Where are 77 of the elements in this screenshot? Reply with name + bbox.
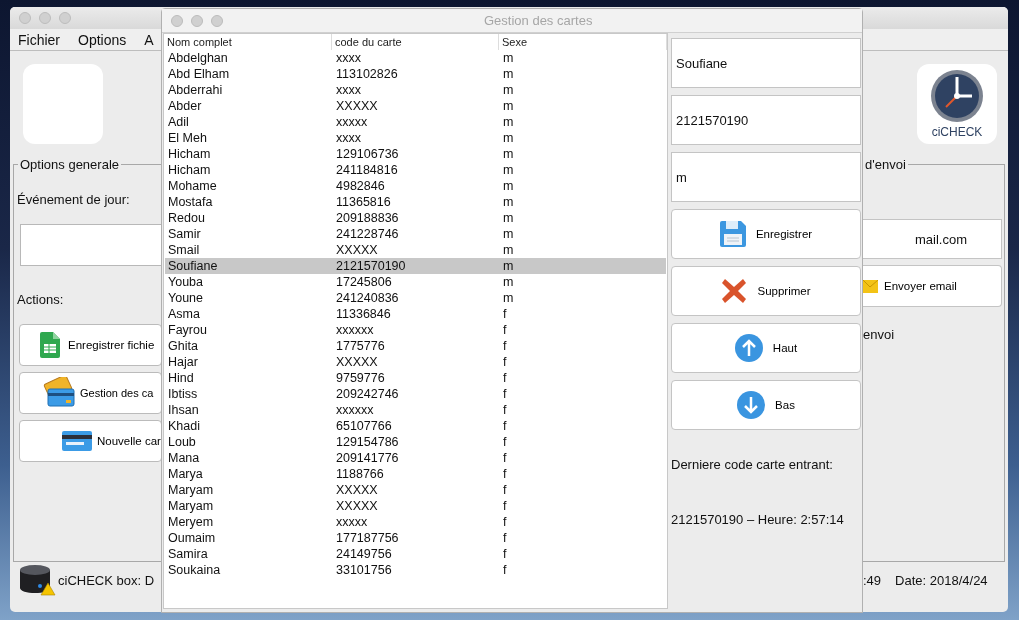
status-text: ciCHECK box: D: [58, 572, 155, 588]
status-date: Date: 2018/4/24: [895, 573, 988, 588]
last-code-value: 2121570190 – Heure: 2:57:14: [671, 512, 845, 527]
send-email-button[interactable]: Envoyer email: [863, 265, 1002, 307]
close-button[interactable]: [171, 14, 183, 27]
table-row[interactable]: Abd Elham 113102826 m: [165, 66, 666, 82]
table-row[interactable]: Hicham 241184816 m: [165, 162, 666, 178]
window-title: Gestion des cartes: [484, 13, 593, 28]
table-row[interactable]: Samira 24149756 f: [165, 546, 666, 562]
table-row[interactable]: Soukaina 33101756 f: [165, 562, 666, 578]
table-row[interactable]: Loub 129154786 f: [165, 434, 666, 450]
text-field[interactable]: 2121570190: [671, 95, 861, 145]
event-field[interactable]: [20, 224, 162, 266]
close-button[interactable]: [19, 12, 31, 24]
text-field[interactable]: Soufiane: [671, 38, 861, 88]
table-row[interactable]: Youba 17245806 m: [165, 274, 666, 290]
group-title: d'envoi: [864, 157, 907, 172]
app-logo: ciCHECK: [917, 64, 997, 144]
table-row[interactable]: Oumaim 177187756 f: [165, 530, 666, 546]
action-button[interactable]: Enregistrer fichie: [19, 324, 162, 366]
table-row[interactable]: Abdelghan xxxx m: [165, 50, 666, 66]
column-header[interactable]: Nom complet: [164, 34, 332, 50]
menu-item[interactable]: A: [144, 31, 154, 48]
table-row[interactable]: Fayrou xxxxxx f: [165, 322, 666, 338]
event-label: Événement de jour:: [17, 192, 131, 207]
table-row[interactable]: Mohame 4982846 m: [165, 178, 666, 194]
credit-card-icon: [62, 431, 92, 451]
action-button[interactable]: Gestion des ca: [19, 372, 162, 414]
clock-icon: [930, 69, 984, 123]
action-button[interactable]: Enregistrer: [671, 209, 861, 259]
table-row[interactable]: Asma 11336846 f: [165, 306, 666, 322]
credit-cards-icon: [42, 377, 76, 409]
table-row[interactable]: Abderrahi xxxx m: [165, 82, 666, 98]
table-row[interactable]: Ihsan xxxxxx f: [165, 402, 666, 418]
envelope-icon: [863, 279, 878, 293]
text-field[interactable]: m: [671, 152, 861, 202]
table-row[interactable]: Smail XXXXX m: [165, 242, 666, 258]
actions-label: Actions:: [17, 292, 65, 307]
table-row[interactable]: Mostafa 11365816 m: [165, 194, 666, 210]
selected-row[interactable]: Soufiane 2121570190 m: [165, 258, 666, 274]
minimize-button[interactable]: [39, 12, 51, 24]
table-row[interactable]: Hind 9759776 f: [165, 370, 666, 386]
menu-item[interactable]: Options: [78, 31, 127, 48]
table-row[interactable]: El Meh xxxx m: [165, 130, 666, 146]
action-button[interactable]: Bas: [671, 380, 861, 430]
minimize-button[interactable]: [191, 14, 203, 27]
send-label: envoi: [863, 327, 896, 342]
email-field[interactable]: mail.com: [863, 219, 1002, 259]
table-row[interactable]: Abder XXXXX m: [165, 98, 666, 114]
table-row[interactable]: Youne 241240836 m: [165, 290, 666, 306]
table-row[interactable]: Meryem xxxxx f: [165, 514, 666, 530]
table-row[interactable]: Mana 209141776 f: [165, 450, 666, 466]
column-header[interactable]: Sexe: [499, 34, 667, 50]
zoom-button[interactable]: [59, 12, 71, 24]
action-button[interactable]: Supprimer: [671, 266, 861, 316]
group-title: Options generale: [19, 157, 120, 172]
database-warning-icon: [18, 564, 56, 596]
menu-item[interactable]: Fichier: [18, 31, 60, 48]
status-time: :49: [863, 573, 882, 588]
table-row[interactable]: Marya 1188766 f: [165, 466, 666, 482]
spreadsheet-icon: [40, 332, 60, 358]
last-code-label: Derniere code carte entrant:: [671, 457, 834, 472]
table-row[interactable]: Maryam XXXXX f: [165, 482, 666, 498]
table-row[interactable]: Maryam XXXXX f: [165, 498, 666, 514]
delete-x-icon: [721, 278, 748, 304]
zoom-button[interactable]: [211, 14, 223, 27]
column-header[interactable]: code du carte: [332, 34, 499, 50]
table-row[interactable]: Samir 241228746 m: [165, 226, 666, 242]
action-button[interactable]: Haut: [671, 323, 861, 373]
table-row[interactable]: Khadi 65107766 f: [165, 418, 666, 434]
table-row[interactable]: Ghita 1775776 f: [165, 338, 666, 354]
table-row[interactable]: Redou 209188836 m: [165, 210, 666, 226]
action-button[interactable]: Nouvelle car: [19, 420, 162, 462]
table-row[interactable]: Adil xxxxx m: [165, 114, 666, 130]
table-row[interactable]: Ibtiss 209242746 f: [165, 386, 666, 402]
table-row[interactable]: Hajar XXXXX f: [165, 354, 666, 370]
table-row[interactable]: Hicham 129106736 m: [165, 146, 666, 162]
